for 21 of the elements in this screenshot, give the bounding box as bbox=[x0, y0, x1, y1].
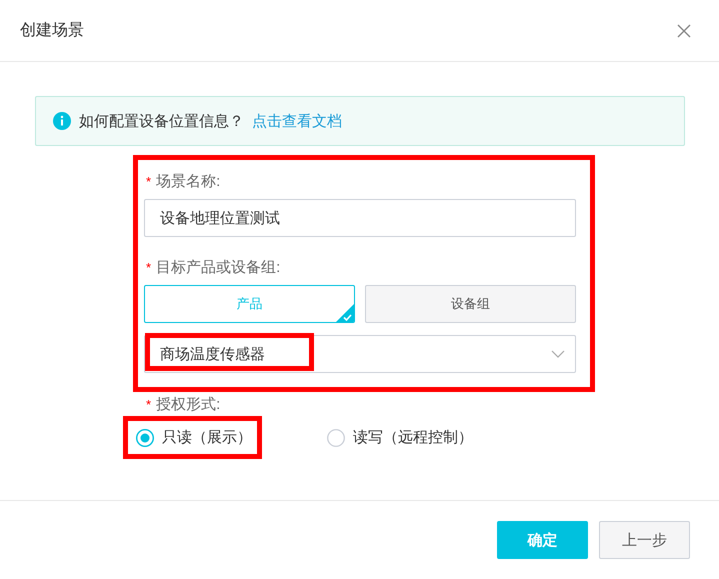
segment-tab[interactable]: 设备组 bbox=[365, 285, 576, 323]
select-value: 商场温度传感器 bbox=[160, 344, 265, 364]
alert-text: 如何配置设备位置信息？ bbox=[79, 112, 244, 130]
required-mark: * bbox=[146, 174, 152, 188]
radio-button[interactable] bbox=[327, 428, 345, 446]
field-label: 授权形式: bbox=[156, 394, 220, 414]
required-mark: * bbox=[146, 260, 152, 274]
select-field[interactable]: 商场温度传感器 bbox=[144, 335, 576, 373]
text-field[interactable]: 设备地理位置测试 bbox=[144, 199, 576, 237]
close-icon[interactable] bbox=[677, 24, 691, 38]
radio-label: 读写（远程控制） bbox=[353, 428, 473, 447]
chevron-down-icon bbox=[551, 350, 565, 358]
required-mark: * bbox=[146, 396, 152, 412]
radio-button[interactable] bbox=[136, 428, 154, 446]
info-icon bbox=[53, 112, 71, 130]
check-icon bbox=[336, 304, 354, 322]
dialog-title: 创建场景 bbox=[20, 20, 84, 41]
field-label: 目标产品或设备组: bbox=[156, 258, 280, 276]
back-button[interactable]: 上一步 bbox=[599, 521, 690, 559]
field-label: 场景名称: bbox=[156, 172, 220, 190]
radio-label: 只读（展示） bbox=[162, 428, 252, 447]
